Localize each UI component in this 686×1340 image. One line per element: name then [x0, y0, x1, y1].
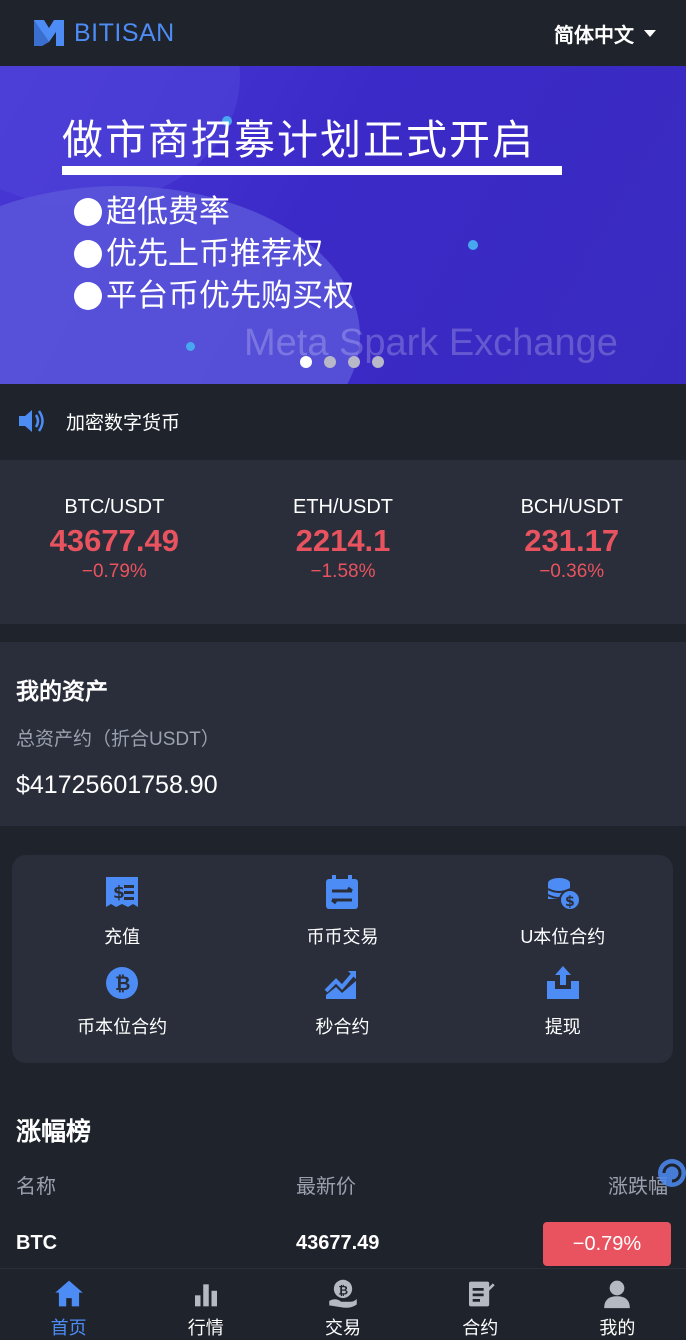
column-header-price[interactable]: 最新价 [296, 1170, 356, 1199]
carousel-indicators [300, 356, 384, 368]
svg-text:₿: ₿ [115, 973, 130, 995]
banner-feature: 平台币优先购买权 [74, 275, 354, 317]
ticker-strip: BTC/USDT 43677.49 −0.79% ETH/USDT 2214.1… [0, 460, 686, 624]
menu-label: 币币交易 [306, 927, 379, 947]
menu-spot-trade[interactable]: 币币交易 [232, 873, 452, 963]
spot-trade-icon [326, 875, 359, 909]
menu-second-contract[interactable]: 秒合约 [232, 963, 452, 1053]
tab-home[interactable]: 首页 [0, 1269, 137, 1340]
ticker-change: −0.79% [81, 561, 147, 582]
banner-feature: 超低费率 [74, 191, 354, 233]
brand-logo-icon [34, 20, 64, 46]
gainers-title: 涨幅榜 [16, 1118, 92, 1146]
brand[interactable]: BITISAN [32, 16, 175, 50]
assets-subtitle: 总资产约（折合USDT） [16, 729, 220, 750]
ticker-card[interactable]: ETH/USDT 2214.1 −1.58% [229, 460, 458, 624]
menu-coin-contract[interactable]: ₿ 币本位合约 [12, 963, 232, 1053]
menu-usdt-contract[interactable]: $ U本位合约 [453, 873, 673, 963]
tab-trade[interactable]: ₿ 交易 [274, 1269, 411, 1340]
ticker-price: 43677.49 [49, 523, 179, 558]
refresh-float-icon[interactable] [654, 1156, 686, 1190]
home-icon [54, 1280, 83, 1307]
second-contract-icon [325, 971, 357, 999]
svg-text:$: $ [113, 883, 125, 903]
menu-withdraw[interactable]: 提现 [453, 963, 673, 1053]
menu-deposit[interactable]: $ 充值 [12, 873, 232, 963]
coin-contract-icon: ₿ [106, 967, 139, 999]
banner-decoration [186, 342, 195, 351]
tab-label: 我的 [599, 1318, 636, 1338]
quick-menu: $ 充值 币币交易 $ U本位合约 ₿ 币本位合约 秒合约 提现 [12, 855, 673, 1063]
promo-banner[interactable]: 做市商招募计划正式开启 超低费率 优先上币推荐权 平台币优先购买权 Meta S… [0, 66, 686, 384]
bottom-tab-bar: 首页 行情 ₿ 交易 合约 我的 [0, 1268, 686, 1340]
carousel-dot[interactable] [300, 356, 312, 368]
profile-icon [604, 1280, 631, 1309]
my-assets-panel[interactable]: 我的资产 总资产约（折合USDT） $41725601758.90 [0, 642, 686, 826]
banner-title: 做市商招募计划正式开启 [62, 117, 535, 163]
column-header-name[interactable]: 名称 [16, 1170, 56, 1199]
assets-title: 我的资产 [16, 678, 108, 704]
gainers-section: 涨幅榜 名称 最新价 涨跌幅 BTC 43677.49 −0.79% [0, 1078, 686, 1270]
app-root: BITISAN 简体中文 做市商招募计划正式开启 超低费率 优先上币推荐权 平台… [0, 0, 686, 1340]
ticker-pair: ETH/USDT [293, 496, 393, 518]
carousel-dot[interactable] [324, 356, 336, 368]
tab-label: 首页 [50, 1318, 87, 1338]
market-icon [194, 1284, 217, 1307]
contract-icon [469, 1281, 495, 1307]
deposit-icon: $ [106, 877, 139, 907]
svg-text:$: $ [565, 894, 575, 910]
announcement-bar[interactable]: 加密数字货币 [0, 384, 686, 458]
carousel-dot[interactable] [348, 356, 360, 368]
banner-decoration [468, 240, 478, 250]
announcement-text: 加密数字货币 [66, 412, 181, 434]
tab-label: 交易 [325, 1318, 361, 1338]
assets-total-value: $41725601758.90 [16, 771, 218, 799]
language-selector[interactable]: 简体中文 [554, 19, 656, 48]
banner-feature: 优先上币推荐权 [74, 233, 354, 275]
withdraw-icon [546, 966, 579, 999]
bullet-icon [74, 240, 102, 268]
banner-feature-list: 超低费率 优先上币推荐权 平台币优先购买权 [74, 191, 354, 317]
row-price: 43677.49 [296, 1232, 380, 1254]
tab-profile[interactable]: 我的 [549, 1269, 686, 1340]
speaker-icon [19, 410, 44, 432]
ticker-pair: BTC/USDT [64, 496, 165, 518]
ticker-pair: BCH/USDT [520, 496, 623, 518]
ticker-change: −1.58% [310, 561, 376, 582]
ticker-card[interactable]: BTC/USDT 43677.49 −0.79% [0, 460, 229, 624]
ticker-price: 2214.1 [295, 523, 391, 558]
tab-label: 合约 [462, 1318, 499, 1338]
tab-market[interactable]: 行情 [137, 1269, 274, 1340]
svg-text:₿: ₿ [338, 1283, 348, 1297]
menu-label: 充值 [104, 927, 141, 947]
menu-label: U本位合约 [520, 927, 606, 947]
ticker-card[interactable]: BCH/USDT 231.17 −0.36% [457, 460, 686, 624]
tab-contract[interactable]: 合约 [412, 1269, 549, 1340]
bullet-icon [74, 198, 102, 226]
ticker-change: −0.36% [539, 561, 605, 582]
row-change-badge[interactable]: −0.79% [543, 1222, 671, 1266]
chevron-down-icon [644, 29, 656, 37]
usdt-contract-icon: $ [547, 878, 581, 911]
top-header: BITISAN 简体中文 [0, 0, 686, 66]
ticker-price: 231.17 [524, 523, 620, 558]
banner-divider [62, 166, 562, 175]
trade-icon: ₿ [329, 1279, 357, 1308]
brand-name: BITISAN [74, 18, 175, 47]
menu-label: 秒合约 [315, 1017, 370, 1037]
row-name[interactable]: BTC [16, 1232, 57, 1255]
tab-label: 行情 [187, 1318, 224, 1338]
carousel-dot[interactable] [372, 356, 384, 368]
bullet-icon [74, 282, 102, 310]
menu-label: 币本位合约 [77, 1017, 168, 1037]
language-label: 简体中文 [554, 24, 634, 47]
menu-label: 提现 [544, 1017, 581, 1037]
